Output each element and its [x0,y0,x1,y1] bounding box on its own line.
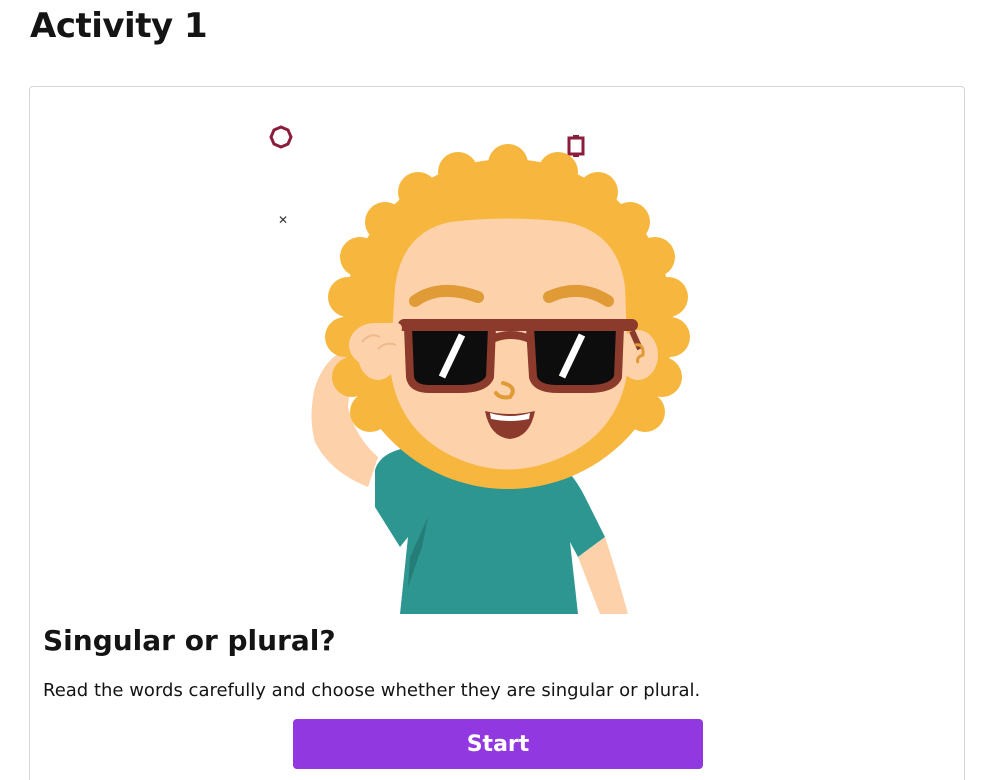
confetti-square [567,135,585,157]
activity-card: ✕ Singular or plural? Read the words car… [29,86,965,780]
confetti-cross: ✕ [278,213,288,227]
page: Activity 1 ✕ Singular or plural? Read th… [0,0,991,780]
activity-heading: Singular or plural? [43,624,336,657]
start-button[interactable]: Start [293,719,703,769]
activity-description: Read the words carefully and choose whet… [43,680,701,701]
child-with-sunglasses-illustration: ✕ [269,125,690,614]
page-title: Activity 1 [30,6,208,46]
confetti-octagon [269,125,293,149]
